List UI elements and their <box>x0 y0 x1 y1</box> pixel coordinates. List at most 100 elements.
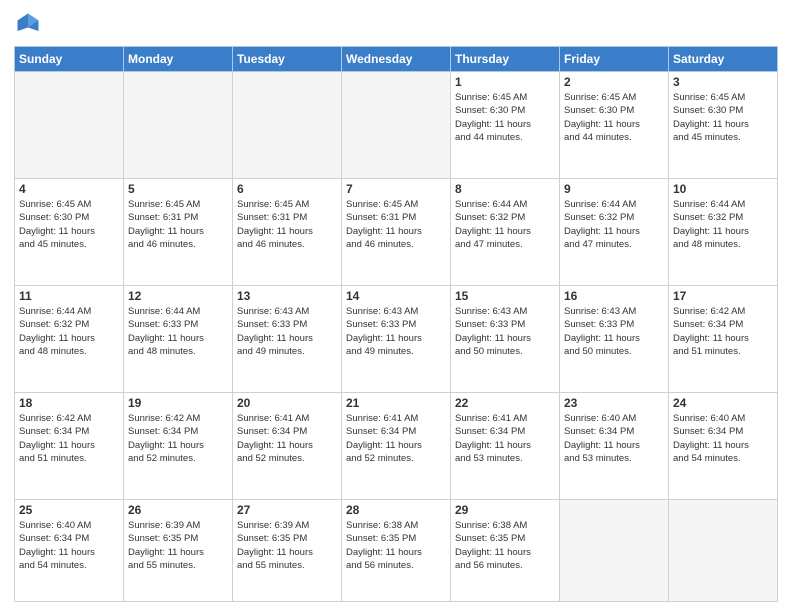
day-info: Sunrise: 6:38 AM Sunset: 6:35 PM Dayligh… <box>455 519 555 572</box>
col-header-wednesday: Wednesday <box>342 47 451 72</box>
day-info: Sunrise: 6:42 AM Sunset: 6:34 PM Dayligh… <box>128 412 228 465</box>
day-number: 11 <box>19 289 119 303</box>
calendar-cell: 24 Sunrise: 6:40 AM Sunset: 6:34 PM Dayli… <box>669 393 778 500</box>
day-info: Sunrise: 6:41 AM Sunset: 6:34 PM Dayligh… <box>237 412 337 465</box>
day-info: Sunrise: 6:44 AM Sunset: 6:33 PM Dayligh… <box>128 305 228 358</box>
day-info: Sunrise: 6:40 AM Sunset: 6:34 PM Dayligh… <box>564 412 664 465</box>
day-info: Sunrise: 6:45 AM Sunset: 6:30 PM Dayligh… <box>673 91 773 144</box>
calendar-cell: 5 Sunrise: 6:45 AM Sunset: 6:31 PM Daylig… <box>124 179 233 286</box>
logo <box>14 10 46 38</box>
day-number: 24 <box>673 396 773 410</box>
calendar-cell: 10 Sunrise: 6:44 AM Sunset: 6:32 PM Dayli… <box>669 179 778 286</box>
calendar-cell: 20 Sunrise: 6:41 AM Sunset: 6:34 PM Dayli… <box>233 393 342 500</box>
calendar-cell: 14 Sunrise: 6:43 AM Sunset: 6:33 PM Dayli… <box>342 286 451 393</box>
day-number: 9 <box>564 182 664 196</box>
day-number: 21 <box>346 396 446 410</box>
day-info: Sunrise: 6:43 AM Sunset: 6:33 PM Dayligh… <box>346 305 446 358</box>
calendar-week-3: 18 Sunrise: 6:42 AM Sunset: 6:34 PM Dayli… <box>15 393 778 500</box>
day-info: Sunrise: 6:43 AM Sunset: 6:33 PM Dayligh… <box>237 305 337 358</box>
day-number: 28 <box>346 503 446 517</box>
day-info: Sunrise: 6:39 AM Sunset: 6:35 PM Dayligh… <box>128 519 228 572</box>
calendar-cell: 29 Sunrise: 6:38 AM Sunset: 6:35 PM Dayli… <box>451 500 560 602</box>
day-info: Sunrise: 6:43 AM Sunset: 6:33 PM Dayligh… <box>455 305 555 358</box>
day-number: 13 <box>237 289 337 303</box>
day-info: Sunrise: 6:45 AM Sunset: 6:30 PM Dayligh… <box>564 91 664 144</box>
day-number: 1 <box>455 75 555 89</box>
day-info: Sunrise: 6:44 AM Sunset: 6:32 PM Dayligh… <box>455 198 555 251</box>
calendar-cell: 18 Sunrise: 6:42 AM Sunset: 6:34 PM Dayli… <box>15 393 124 500</box>
day-number: 10 <box>673 182 773 196</box>
day-number: 5 <box>128 182 228 196</box>
calendar-cell: 6 Sunrise: 6:45 AM Sunset: 6:31 PM Daylig… <box>233 179 342 286</box>
day-number: 15 <box>455 289 555 303</box>
day-info: Sunrise: 6:43 AM Sunset: 6:33 PM Dayligh… <box>564 305 664 358</box>
day-info: Sunrise: 6:44 AM Sunset: 6:32 PM Dayligh… <box>673 198 773 251</box>
day-info: Sunrise: 6:41 AM Sunset: 6:34 PM Dayligh… <box>455 412 555 465</box>
col-header-monday: Monday <box>124 47 233 72</box>
calendar-cell: 22 Sunrise: 6:41 AM Sunset: 6:34 PM Dayli… <box>451 393 560 500</box>
calendar-header-row: SundayMondayTuesdayWednesdayThursdayFrid… <box>15 47 778 72</box>
day-number: 19 <box>128 396 228 410</box>
calendar-cell: 27 Sunrise: 6:39 AM Sunset: 6:35 PM Dayli… <box>233 500 342 602</box>
day-info: Sunrise: 6:40 AM Sunset: 6:34 PM Dayligh… <box>19 519 119 572</box>
calendar-cell: 25 Sunrise: 6:40 AM Sunset: 6:34 PM Dayli… <box>15 500 124 602</box>
day-number: 8 <box>455 182 555 196</box>
day-number: 12 <box>128 289 228 303</box>
calendar-cell: 9 Sunrise: 6:44 AM Sunset: 6:32 PM Daylig… <box>560 179 669 286</box>
calendar-cell: 17Sunrise: 6:42 AM Sunset: 6:34 PM Dayli… <box>669 286 778 393</box>
day-number: 25 <box>19 503 119 517</box>
day-info: Sunrise: 6:41 AM Sunset: 6:34 PM Dayligh… <box>346 412 446 465</box>
day-number: 7 <box>346 182 446 196</box>
calendar-cell: 1 Sunrise: 6:45 AM Sunset: 6:30 PM Daylig… <box>451 72 560 179</box>
calendar-week-2: 11 Sunrise: 6:44 AM Sunset: 6:32 PM Dayli… <box>15 286 778 393</box>
header <box>14 10 778 38</box>
day-number: 20 <box>237 396 337 410</box>
col-header-friday: Friday <box>560 47 669 72</box>
calendar-cell: 23 Sunrise: 6:40 AM Sunset: 6:34 PM Dayli… <box>560 393 669 500</box>
day-info: Sunrise: 6:45 AM Sunset: 6:31 PM Dayligh… <box>346 198 446 251</box>
day-info: Sunrise: 6:45 AM Sunset: 6:31 PM Dayligh… <box>128 198 228 251</box>
day-number: 2 <box>564 75 664 89</box>
logo-icon <box>14 10 42 38</box>
day-info: Sunrise: 6:45 AM Sunset: 6:31 PM Dayligh… <box>237 198 337 251</box>
calendar-cell: 21 Sunrise: 6:41 AM Sunset: 6:34 PM Dayli… <box>342 393 451 500</box>
calendar-cell <box>124 72 233 179</box>
day-info: Sunrise: 6:38 AM Sunset: 6:35 PM Dayligh… <box>346 519 446 572</box>
calendar-cell <box>233 72 342 179</box>
day-info: Sunrise: 6:40 AM Sunset: 6:34 PM Dayligh… <box>673 412 773 465</box>
day-number: 22 <box>455 396 555 410</box>
calendar-cell: 2 Sunrise: 6:45 AM Sunset: 6:30 PM Daylig… <box>560 72 669 179</box>
day-number: 23 <box>564 396 664 410</box>
day-info: Sunrise: 6:45 AM Sunset: 6:30 PM Dayligh… <box>455 91 555 144</box>
calendar-cell <box>560 500 669 602</box>
calendar-week-0: 1 Sunrise: 6:45 AM Sunset: 6:30 PM Daylig… <box>15 72 778 179</box>
calendar-cell: 13 Sunrise: 6:43 AM Sunset: 6:33 PM Dayli… <box>233 286 342 393</box>
day-info: Sunrise: 6:44 AM Sunset: 6:32 PM Dayligh… <box>564 198 664 251</box>
calendar-week-4: 25 Sunrise: 6:40 AM Sunset: 6:34 PM Dayli… <box>15 500 778 602</box>
day-number: 6 <box>237 182 337 196</box>
col-header-sunday: Sunday <box>15 47 124 72</box>
day-info: Sunrise: 6:44 AM Sunset: 6:32 PM Dayligh… <box>19 305 119 358</box>
calendar-cell: 7 Sunrise: 6:45 AM Sunset: 6:31 PM Daylig… <box>342 179 451 286</box>
day-info: Sunrise: 6:42 AM Sunset: 6:34 PM Dayligh… <box>673 305 773 358</box>
day-number: 16 <box>564 289 664 303</box>
day-number: 29 <box>455 503 555 517</box>
col-header-saturday: Saturday <box>669 47 778 72</box>
day-number: 18 <box>19 396 119 410</box>
calendar-cell <box>669 500 778 602</box>
day-info: Sunrise: 6:42 AM Sunset: 6:34 PM Dayligh… <box>19 412 119 465</box>
day-info: Sunrise: 6:45 AM Sunset: 6:30 PM Dayligh… <box>19 198 119 251</box>
calendar-cell: 26Sunrise: 6:39 AM Sunset: 6:35 PM Dayli… <box>124 500 233 602</box>
col-header-tuesday: Tuesday <box>233 47 342 72</box>
page: SundayMondayTuesdayWednesdayThursdayFrid… <box>0 0 792 612</box>
calendar-cell: 12 Sunrise: 6:44 AM Sunset: 6:33 PM Dayli… <box>124 286 233 393</box>
day-info: Sunrise: 6:39 AM Sunset: 6:35 PM Dayligh… <box>237 519 337 572</box>
day-number: 27 <box>237 503 337 517</box>
calendar-cell: 3 Sunrise: 6:45 AM Sunset: 6:30 PM Daylig… <box>669 72 778 179</box>
calendar-cell: 8 Sunrise: 6:44 AM Sunset: 6:32 PM Daylig… <box>451 179 560 286</box>
day-number: 14 <box>346 289 446 303</box>
calendar-cell: 19 Sunrise: 6:42 AM Sunset: 6:34 PM Dayli… <box>124 393 233 500</box>
calendar-week-1: 4Sunrise: 6:45 AM Sunset: 6:30 PM Daylig… <box>15 179 778 286</box>
day-number: 3 <box>673 75 773 89</box>
calendar-cell: 16 Sunrise: 6:43 AM Sunset: 6:33 PM Dayli… <box>560 286 669 393</box>
